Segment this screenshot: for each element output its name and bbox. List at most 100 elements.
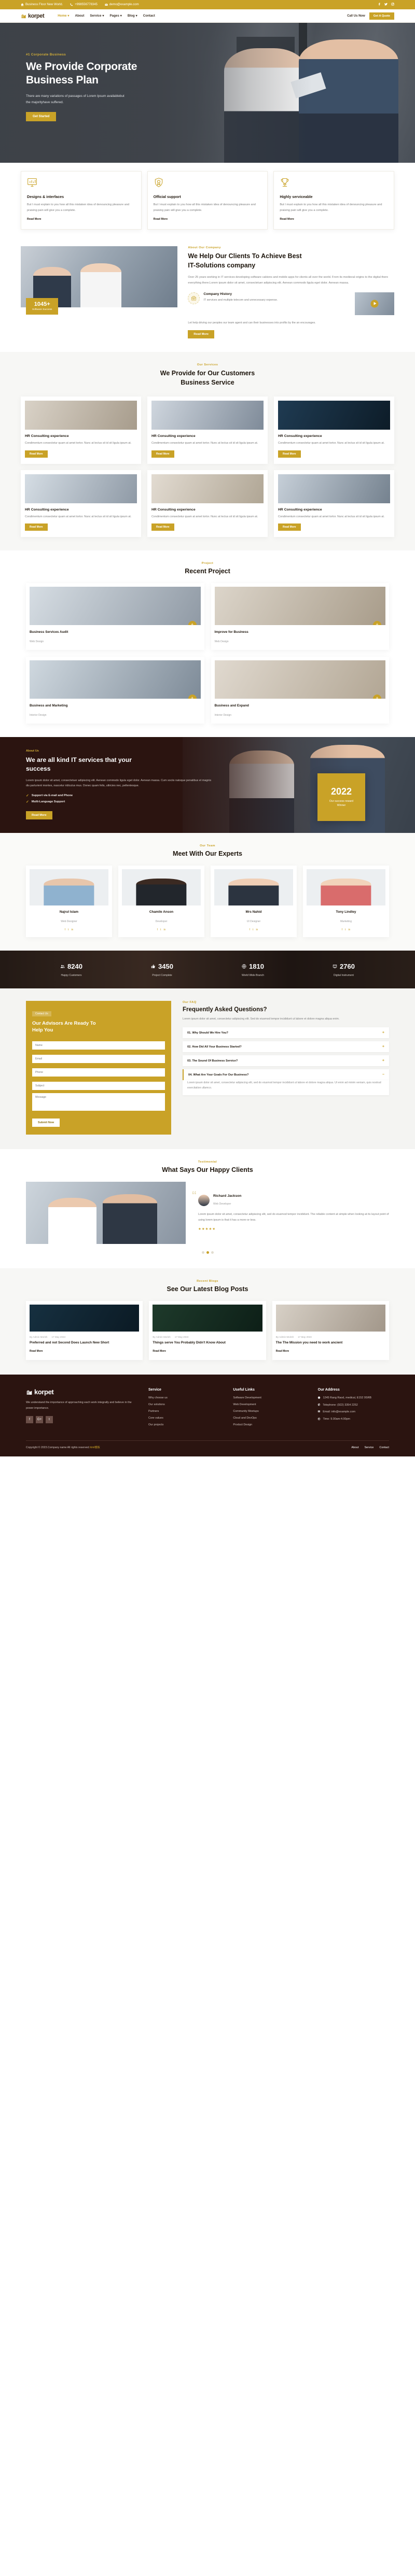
faq-item-active[interactable]: 04. What Are Your Goals For Our Business… — [183, 1069, 389, 1080]
footer-link[interactable]: Partners — [148, 1410, 219, 1413]
faq-item[interactable]: 03. The Sound Of Business Service? + — [183, 1055, 389, 1066]
phone-field[interactable] — [32, 1068, 165, 1077]
feature-readmore-link[interactable]: Read More — [154, 218, 168, 221]
play-icon[interactable] — [370, 300, 379, 308]
facebook-icon[interactable]: f — [157, 928, 158, 931]
projects-eyebrow: Project — [201, 561, 214, 565]
service-card[interactable]: HR Consulting experience Condimentum con… — [147, 397, 268, 464]
footer-bottom-link-contact[interactable]: Contact — [379, 1446, 389, 1449]
facebook-icon[interactable]: f — [26, 1416, 33, 1423]
about-video-thumbnail[interactable] — [355, 292, 394, 315]
message-field[interactable] — [32, 1093, 165, 1111]
service-card[interactable]: HR Consulting experience Condimentum con… — [21, 470, 141, 537]
about-readmore-button[interactable]: Read More — [188, 330, 214, 339]
feature-readmore-link[interactable]: Read More — [280, 218, 294, 221]
project-card[interactable]: + Business Services Audit Web Design — [26, 583, 204, 650]
blog-readmore-link[interactable]: Read More — [153, 1350, 166, 1353]
team-member-card[interactable]: Tony Lindley Marketing f t in — [303, 865, 389, 937]
footer-link[interactable]: Why choose us — [148, 1396, 219, 1399]
project-card[interactable]: + Business and Marketing Interior Design — [26, 656, 204, 724]
carousel-dot[interactable] — [211, 1251, 214, 1254]
footer-service-column: Service Why choose us Our solutions Part… — [148, 1388, 219, 1430]
service-readmore-button[interactable]: Read More — [151, 450, 174, 458]
service-readmore-button[interactable]: Read More — [278, 523, 301, 531]
project-card[interactable]: + Improve for Business Web Design — [211, 583, 389, 650]
footer-bottom-link-service[interactable]: Service — [364, 1446, 374, 1449]
feature-card[interactable]: Official support But I must explain to y… — [147, 171, 268, 230]
footer-brand[interactable]: korpet — [26, 1388, 135, 1396]
footer-link[interactable]: Core values — [148, 1417, 219, 1420]
plus-icon[interactable]: + — [188, 694, 197, 699]
name-field[interactable] — [32, 1041, 165, 1050]
feature-card[interactable]: Designs & interfaces But I must explain … — [21, 171, 142, 230]
plus-icon[interactable]: + — [373, 694, 381, 699]
nav-call-label[interactable]: Call Us Now — [347, 15, 365, 18]
instagram-icon[interactable] — [391, 3, 394, 7]
google-plus-icon[interactable]: G+ — [36, 1416, 43, 1423]
service-readmore-button[interactable]: Read More — [278, 450, 301, 458]
faq-intro: Lorem ipsum dolor sit amet, consectetur … — [183, 1017, 340, 1021]
nav-item-contact[interactable]: Contact — [143, 14, 155, 18]
blog-card[interactable]: By Admin Morish 17 May 2023 Preferred and… — [26, 1300, 143, 1361]
email-field[interactable] — [32, 1054, 165, 1063]
footer-link[interactable]: Cloud and DevOps — [233, 1417, 304, 1420]
service-readmore-button[interactable]: Read More — [25, 450, 48, 458]
blog-readmore-link[interactable]: Read More — [30, 1350, 43, 1353]
twitter-icon[interactable]: t — [160, 928, 161, 931]
blog-card[interactable]: By Admin Morish 17 May 2023 The The Missi… — [272, 1300, 389, 1361]
cta-readmore-button[interactable]: Read More — [26, 811, 52, 819]
footer-link[interactable]: Our solutions — [148, 1403, 219, 1406]
linkedin-icon[interactable]: in — [256, 928, 258, 931]
faq-item[interactable]: 01. Why Should We Hire You? + — [183, 1027, 389, 1038]
plus-icon[interactable]: + — [373, 620, 381, 625]
service-card[interactable]: HR Consulting experience Condimentum con… — [147, 470, 268, 537]
service-card[interactable]: HR Consulting experience Condimentum con… — [274, 470, 394, 537]
footer-link[interactable]: Web Development — [233, 1403, 304, 1406]
linkedin-icon[interactable]: in — [71, 928, 73, 931]
brand-logo[interactable]: korpet — [21, 13, 45, 19]
twitter-icon[interactable]: t — [46, 1416, 53, 1423]
linkedin-icon[interactable]: in — [348, 928, 350, 931]
carousel-dot-active[interactable] — [206, 1251, 209, 1254]
nav-item-home[interactable]: Home ▾ — [58, 14, 69, 18]
team-member-card[interactable]: Chamile Anson Developer f t in — [118, 865, 204, 937]
footer-link[interactable]: Software Development — [233, 1396, 304, 1399]
nav-item-service[interactable]: Service ▾ — [90, 14, 104, 18]
subject-field[interactable] — [32, 1081, 165, 1090]
nav-item-pages[interactable]: Pages ▾ — [110, 14, 122, 18]
plus-icon[interactable]: + — [188, 620, 197, 625]
twitter-icon[interactable] — [384, 3, 388, 7]
cta-bullet: ✓ Support via E-mail and Phone — [26, 794, 73, 798]
testimonial-content: “ Richard Jackson Web Developer Lorem ip… — [192, 1189, 389, 1232]
footer-link[interactable]: Community Meetups — [233, 1410, 304, 1413]
blog-readmore-link[interactable]: Read More — [276, 1350, 289, 1353]
copyright-link[interactable]: html模板 — [90, 1446, 100, 1449]
topbar-email[interactable]: demo@example.com — [105, 3, 139, 6]
get-a-quote-button[interactable]: Get A Quote — [369, 12, 394, 20]
submit-button[interactable]: Submit Now — [32, 1118, 60, 1127]
feature-readmore-link[interactable]: Read More — [27, 218, 42, 221]
carousel-dot[interactable] — [201, 1251, 204, 1254]
team-member-role: Web Designer — [61, 919, 77, 923]
service-card[interactable]: HR Consulting experience Condimentum con… — [274, 397, 394, 464]
feature-card[interactable]: Highly serviceable But I must explain to… — [273, 171, 395, 230]
feature-text: But I must explain to you how all this m… — [153, 203, 256, 212]
hero-cta-button[interactable]: Get Started — [26, 112, 57, 122]
faq-item[interactable]: 02. How Did All Your Business Started? + — [183, 1041, 389, 1052]
team-member-card[interactable]: Najrul Islam Web Designer f t in — [26, 865, 112, 937]
topbar-address: Business Floor New World. — [21, 3, 63, 6]
service-readmore-button[interactable]: Read More — [25, 523, 48, 531]
team-member-card[interactable]: Mrs Nahid UI Designer f t in — [211, 865, 297, 937]
footer-link[interactable]: Product Design — [233, 1423, 304, 1426]
service-card[interactable]: HR Consulting experience Condimentum con… — [21, 397, 141, 464]
footer-link[interactable]: Our projects — [148, 1423, 219, 1426]
facebook-icon[interactable] — [378, 3, 381, 7]
nav-item-blog[interactable]: Blog ▾ — [128, 14, 137, 18]
blog-card[interactable]: By Admin Morish 17 May 2023 Things serve … — [149, 1300, 266, 1361]
topbar-phone[interactable]: +998556778345 — [70, 3, 98, 6]
linkedin-icon[interactable]: in — [163, 928, 165, 931]
project-card[interactable]: + Business and Expand Interior Design — [211, 656, 389, 724]
service-readmore-button[interactable]: Read More — [151, 523, 174, 531]
nav-item-about[interactable]: About — [75, 14, 85, 18]
footer-bottom-link-about[interactable]: About — [351, 1446, 358, 1449]
